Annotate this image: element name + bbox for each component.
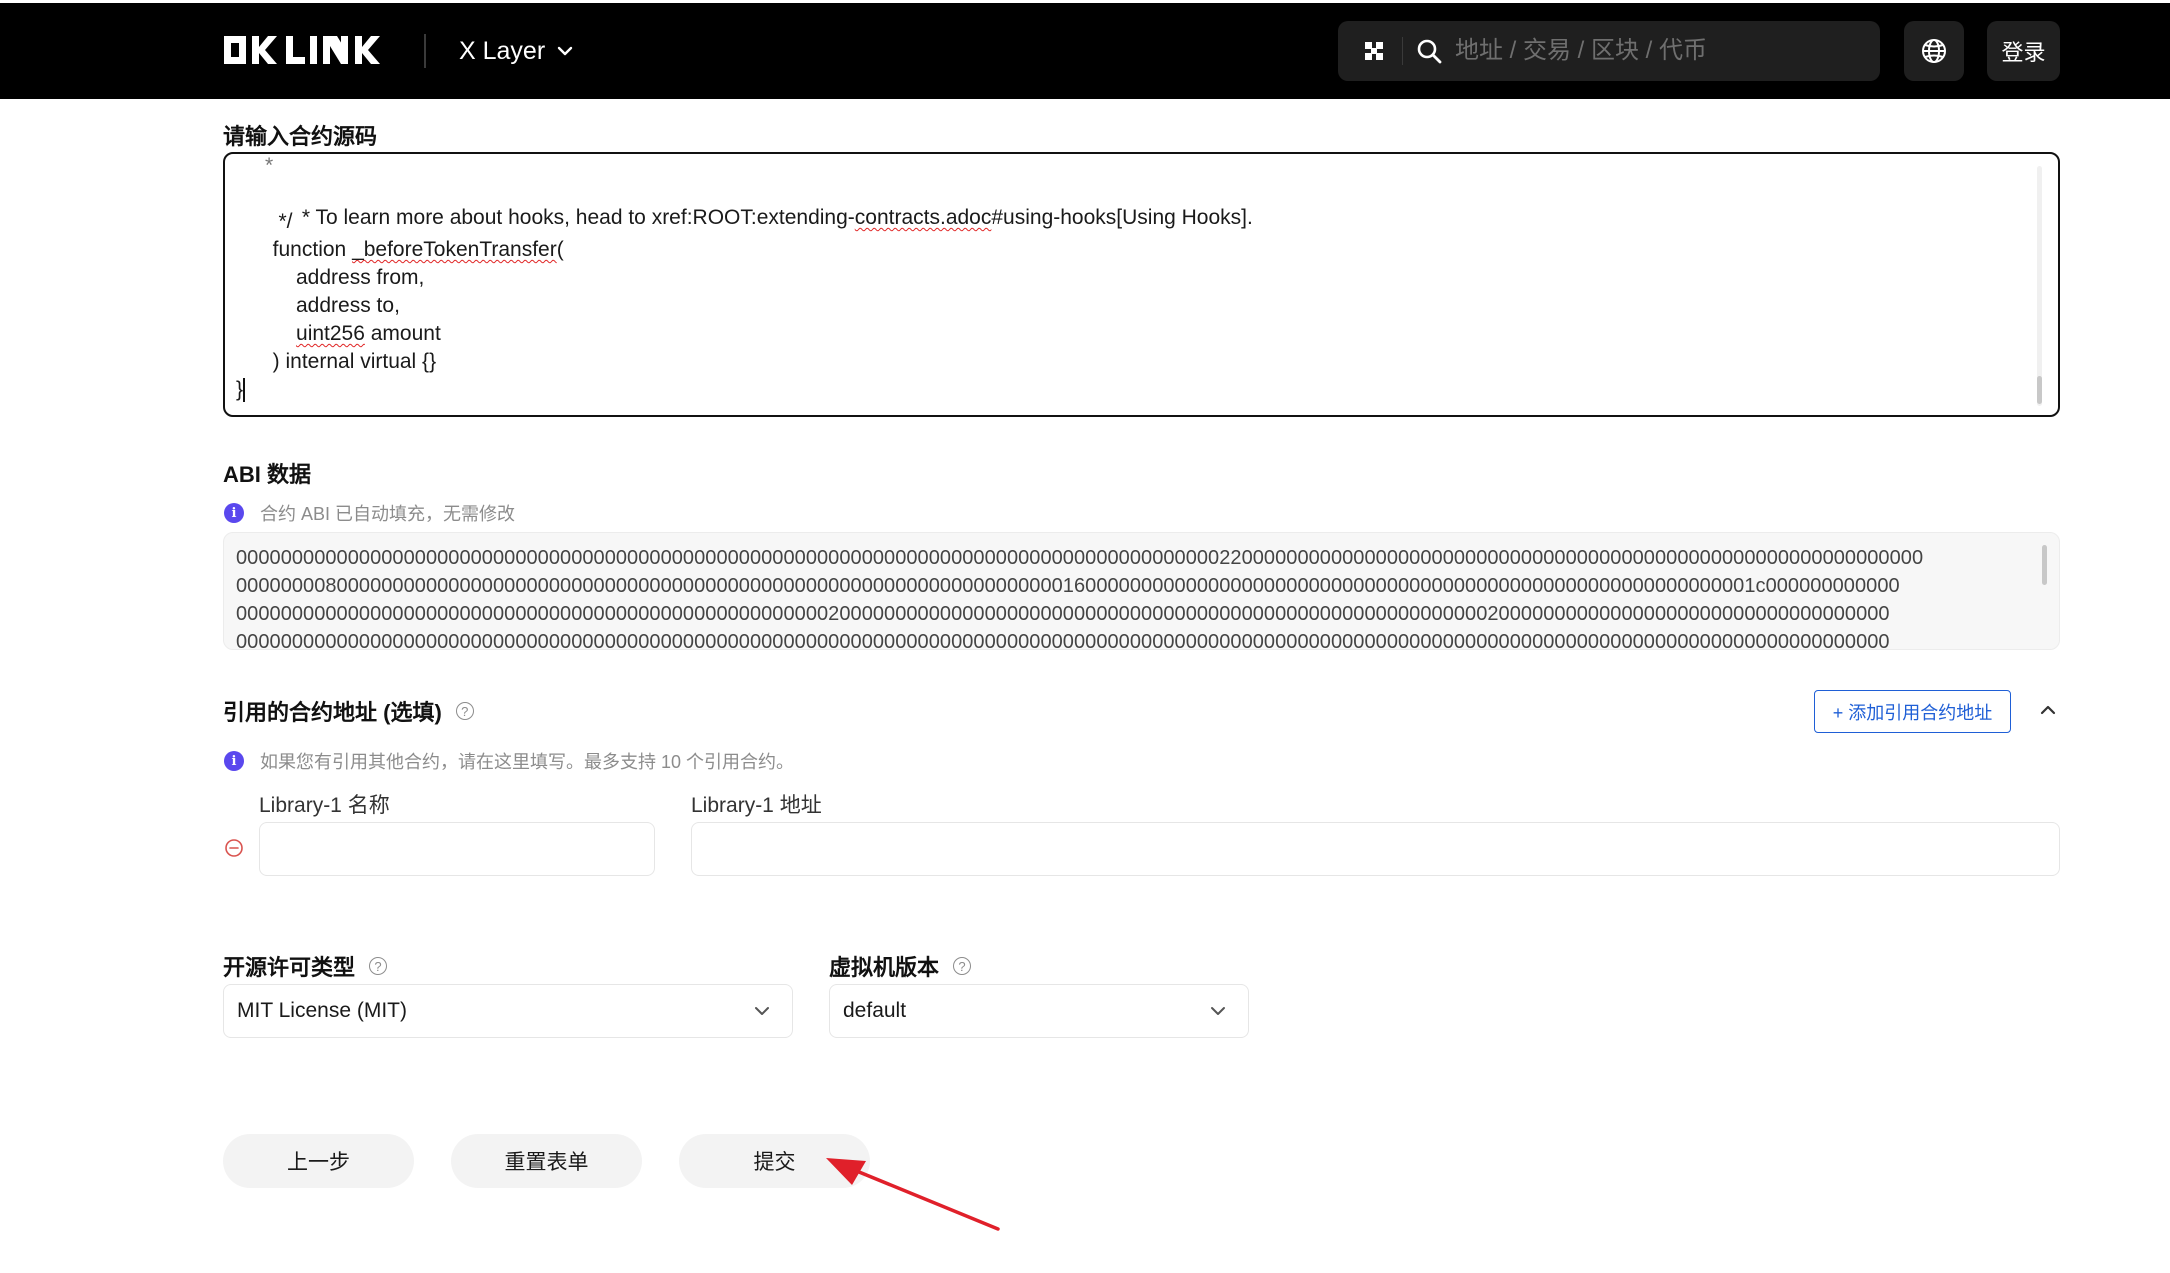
- library-label: 引用的合约地址 (选填) ?: [223, 695, 474, 727]
- library-name-label: Library-1 名称: [259, 794, 390, 817]
- library-address-label: Library-1 地址: [691, 794, 822, 817]
- code-line: function _beforeTokenTransfer(: [261, 238, 564, 261]
- search-bar: [1338, 21, 1880, 81]
- search-icon: [1417, 39, 1442, 64]
- code-line-text: * To learn more about hooks, head to xre…: [284, 206, 1253, 229]
- library-info-text: 如果您有引用其他合约，请在这里填写。最多支持 10 个引用合约。: [260, 752, 795, 772]
- library-name-input[interactable]: [259, 822, 655, 876]
- top-navbar: X Layer 地址 / 交易 / 区块 / 代币 登录: [0, 0, 2170, 99]
- code-line: address to,: [261, 294, 400, 317]
- abi-info-text: 合约 ABI 已自动填充，无需修改: [260, 504, 516, 524]
- info-icon: i: [224, 503, 244, 523]
- abi-line: 0000000000000000000000000000000000000000…: [236, 603, 1890, 625]
- abi-line: 0000000000000000000000000000000000000000…: [236, 547, 1924, 569]
- search-input[interactable]: [1455, 37, 1875, 65]
- chevron-down-icon: [557, 46, 573, 56]
- code-line-last: }: [236, 378, 246, 403]
- library-info: i 如果您有引用其他合约，请在这里填写。最多支持 10 个引用合约。: [224, 748, 794, 774]
- evm-version-select[interactable]: default: [829, 984, 1249, 1038]
- reset-form-button[interactable]: 重置表单: [451, 1134, 642, 1188]
- text-caret: [243, 378, 246, 403]
- chevron-down-icon: [755, 1007, 769, 1015]
- network-selector[interactable]: X Layer: [459, 33, 575, 69]
- source-code-label: 请输入合约源码: [223, 124, 378, 149]
- search-separator: [1402, 37, 1403, 65]
- evm-version-select-value: default: [843, 999, 907, 1022]
- license-label: 开源许可类型 ?: [223, 950, 388, 982]
- license-select-value: MIT License (MIT): [237, 999, 407, 1022]
- source-code-editor[interactable]: * * To learn more about hooks, head to x…: [223, 152, 2060, 417]
- add-library-button[interactable]: + 添加引用合约地址: [1814, 690, 2011, 733]
- code-line-text: }: [236, 378, 244, 401]
- qr-scan-button[interactable]: [1352, 29, 1396, 73]
- code-line: uint256 amount: [296, 322, 441, 345]
- header-divider: [424, 34, 426, 68]
- login-button[interactable]: 登录: [1987, 21, 2060, 81]
- license-select[interactable]: MIT License (MIT): [223, 984, 793, 1038]
- code-line: ) internal virtual {}: [261, 350, 437, 373]
- chevron-down-icon: [1211, 1007, 1225, 1015]
- abi-line: 0000000080000000000000000000000000000000…: [236, 575, 1900, 597]
- help-icon[interactable]: ?: [455, 702, 474, 720]
- help-icon[interactable]: ?: [369, 957, 388, 975]
- editor-scrollbar-track[interactable]: [2037, 166, 2042, 406]
- code-line-clipped: *: [265, 154, 274, 177]
- help-icon[interactable]: ?: [953, 957, 972, 975]
- annotation-arrow-icon: [826, 1158, 1000, 1231]
- abi-scrollbar[interactable]: [2042, 545, 2047, 585]
- editor-scrollbar-thumb[interactable]: [2037, 376, 2042, 404]
- network-name: X Layer: [459, 36, 546, 65]
- abi-data-box[interactable]: 0000000000000000000000000000000000000000…: [223, 532, 2060, 650]
- library-address-input[interactable]: [691, 822, 2060, 876]
- evm-version-label: 虚拟机版本 ?: [829, 950, 972, 982]
- license-label-text: 开源许可类型: [223, 955, 356, 980]
- top-edge: [0, 0, 2170, 3]
- remove-circle-icon[interactable]: [224, 838, 244, 858]
- abi-label: ABI 数据: [223, 462, 312, 487]
- abi-info: i 合约 ABI 已自动填充，无需修改: [224, 500, 515, 526]
- globe-icon: [1922, 39, 1946, 63]
- code-line: address from,: [261, 266, 425, 289]
- qr-code-icon: [1365, 42, 1383, 60]
- language-button[interactable]: [1904, 21, 1964, 81]
- chevron-up-icon[interactable]: [2036, 698, 2060, 722]
- library-label-text: 引用的合约地址 (选填): [223, 700, 442, 725]
- abi-line: 0000000000000000000000000000000000000000…: [236, 631, 1890, 650]
- oklink-logo[interactable]: [224, 34, 388, 66]
- code-line: */: [261, 210, 293, 233]
- info-icon: i: [224, 751, 244, 771]
- evm-version-label-text: 虚拟机版本: [829, 955, 940, 980]
- previous-step-button[interactable]: 上一步: [223, 1134, 414, 1188]
